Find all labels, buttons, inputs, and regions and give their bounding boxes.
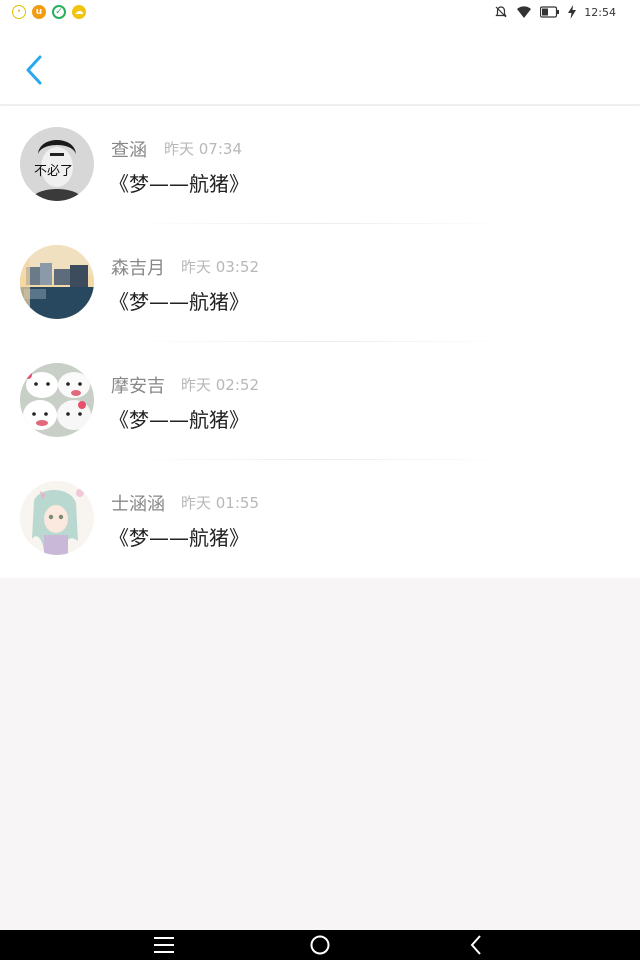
message-text: 《梦——航猪》 xyxy=(109,290,249,314)
navigation-bar xyxy=(0,930,640,960)
status-right-icons: 12:54 xyxy=(494,5,640,19)
contact-name: 摩安吉 xyxy=(111,376,165,397)
list-item[interactable]: 不必了 查涵 昨天 07:34 《梦——航猪》 xyxy=(0,106,640,224)
contact-name: 查涵 xyxy=(111,140,147,161)
charging-icon xyxy=(568,5,577,19)
menu-icon xyxy=(154,937,174,953)
contact-name: 森吉月 xyxy=(111,258,165,279)
system-back-button[interactable] xyxy=(464,934,488,956)
chevron-left-icon xyxy=(26,55,42,85)
list-item[interactable]: 士涵涵 昨天 01:55 《梦——航猪》 xyxy=(0,460,640,578)
message-list: 不必了 查涵 昨天 07:34 《梦——航猪》 森吉月 昨天 03:52 《梦—… xyxy=(0,106,640,578)
message-text: 《梦——航猪》 xyxy=(109,526,249,550)
message-time: 昨天 01:55 xyxy=(181,494,259,512)
avatar[interactable] xyxy=(20,245,94,319)
avatar[interactable]: 不必了 xyxy=(20,127,94,201)
check-app-icon: ✓ xyxy=(52,5,66,19)
list-item[interactable]: 摩安吉 昨天 02:52 《梦——航猪》 xyxy=(0,342,640,460)
status-time: 12:54 xyxy=(584,5,616,19)
wifi-icon xyxy=(517,6,532,18)
uc-browser-icon: u xyxy=(32,5,46,19)
alarm-off-icon xyxy=(495,6,507,18)
notification-app-icon: · xyxy=(12,5,26,19)
home-icon xyxy=(310,935,330,955)
header-bar xyxy=(0,24,640,105)
avatar[interactable] xyxy=(20,363,94,437)
contact-name: 士涵涵 xyxy=(111,494,165,515)
message-text: 《梦——航猪》 xyxy=(109,408,249,432)
status-left-icons: · u ✓ ☁ xyxy=(0,5,86,19)
battery-icon xyxy=(540,6,560,18)
avatar[interactable] xyxy=(20,481,94,555)
home-button[interactable] xyxy=(308,934,332,956)
message-time: 昨天 03:52 xyxy=(181,258,259,276)
cloud-app-icon: ☁ xyxy=(72,5,86,19)
back-icon xyxy=(470,935,481,955)
svg-text:不必了: 不必了 xyxy=(34,164,73,179)
back-button[interactable] xyxy=(20,52,50,88)
message-time: 昨天 02:52 xyxy=(181,376,259,394)
menu-button[interactable] xyxy=(152,934,176,956)
list-item[interactable]: 森吉月 昨天 03:52 《梦——航猪》 xyxy=(0,224,640,342)
message-time: 昨天 07:34 xyxy=(164,140,242,158)
message-text: 《梦——航猪》 xyxy=(109,172,249,196)
status-bar: · u ✓ ☁ 12:54 xyxy=(0,0,640,24)
